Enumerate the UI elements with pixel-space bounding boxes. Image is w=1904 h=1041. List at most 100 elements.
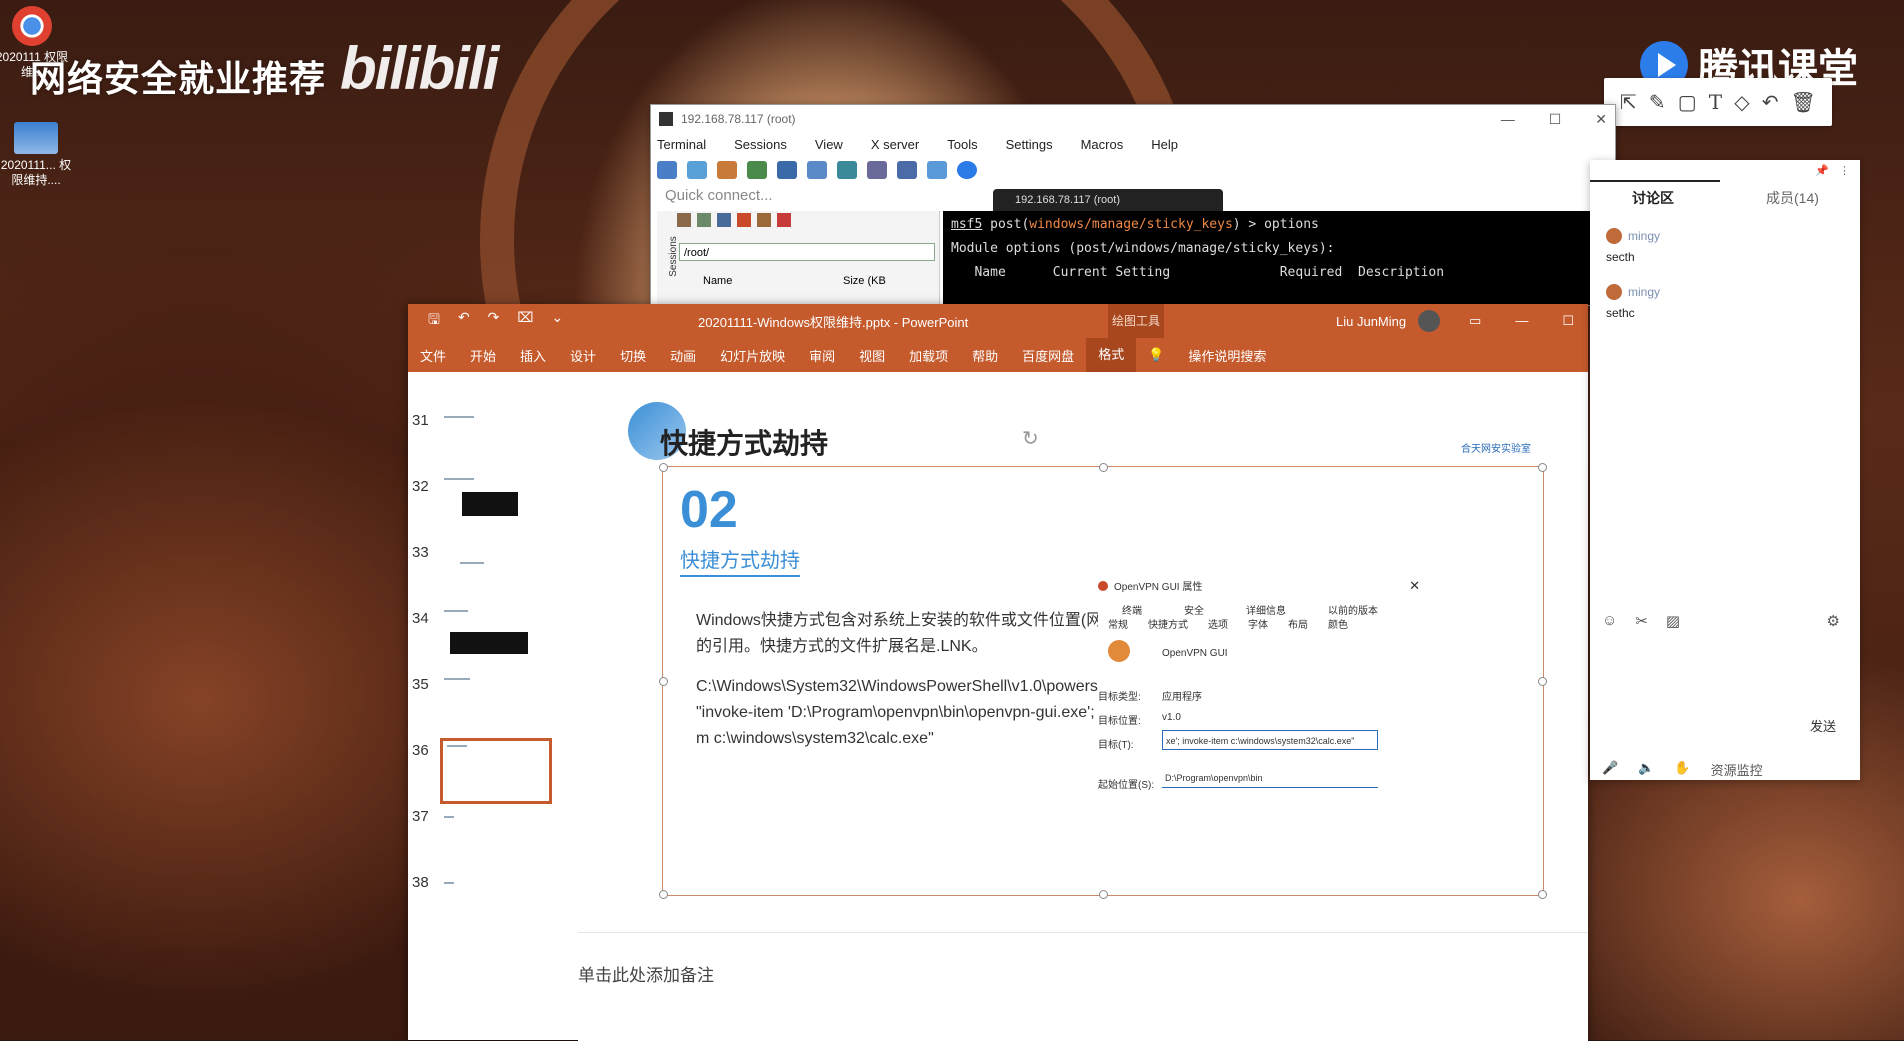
resize-handle[interactable] [1538, 890, 1547, 899]
slide-thumbnail[interactable] [440, 408, 550, 470]
help-icon[interactable] [957, 161, 977, 179]
slide-thumbnail[interactable] [440, 812, 550, 874]
pin-icon[interactable]: 📌 [1815, 164, 1829, 177]
slide-thumbnail[interactable] [440, 606, 550, 668]
slide-title[interactable]: 快捷方式劫持 [660, 422, 828, 462]
tell-me-search[interactable]: 操作说明搜索 [1176, 346, 1278, 365]
username[interactable]: mingy [1628, 229, 1660, 243]
tab-animations[interactable]: 动画 [658, 346, 708, 365]
sftp-tool-icon[interactable] [777, 213, 791, 227]
tab-format[interactable]: 格式 [1086, 338, 1137, 372]
ribbon-display-icon[interactable]: ▭ [1469, 313, 1481, 329]
resize-handle[interactable] [659, 890, 668, 899]
session-icon[interactable] [657, 161, 677, 179]
rectangle-icon[interactable]: ▢ [1678, 90, 1697, 115]
username[interactable]: mingy [1628, 285, 1660, 299]
tab-discussion[interactable]: 讨论区 [1632, 188, 1674, 208]
servers-icon[interactable] [687, 161, 707, 179]
undo-icon[interactable]: ↶ [1762, 90, 1779, 115]
minimize-icon[interactable]: — [1501, 111, 1515, 128]
redo-icon[interactable]: ↷ [488, 309, 500, 333]
resize-handle[interactable] [1099, 890, 1108, 899]
text-icon[interactable]: T [1709, 90, 1722, 114]
tools-icon[interactable] [717, 161, 737, 179]
maximize-icon[interactable]: ☐ [1562, 313, 1574, 329]
slide-thumbnail[interactable] [440, 672, 550, 734]
maximize-icon[interactable]: ☐ [1549, 111, 1562, 128]
slide-thumbnail[interactable] [440, 878, 550, 940]
sftp-tool-icon[interactable] [677, 213, 691, 227]
emoji-icon[interactable]: ☺ [1602, 612, 1617, 630]
multiexec-icon[interactable] [867, 161, 887, 179]
sftp-path-input[interactable]: /root/ [679, 243, 935, 261]
settings-icon[interactable]: ⚙ [1827, 612, 1840, 630]
resource-monitor-label[interactable]: 资源监控 [1711, 760, 1763, 779]
eraser-icon[interactable]: ◇ [1734, 90, 1749, 115]
send-button[interactable]: 发送 [1810, 716, 1836, 735]
tab-insert[interactable]: 插入 [508, 346, 558, 365]
minimize-icon[interactable]: — [1515, 313, 1528, 329]
menu-xserver[interactable]: X server [871, 137, 919, 152]
format-painter-icon[interactable]: ⌧ [517, 309, 533, 333]
games-icon[interactable] [747, 161, 767, 179]
tab-addins[interactable]: 加载项 [897, 346, 960, 365]
sftp-tool-icon[interactable] [757, 213, 771, 227]
terminal-tab[interactable]: 192.168.78.117 (root) [993, 189, 1223, 211]
view-icon[interactable] [807, 161, 827, 179]
menu-terminal[interactable]: Terminal [657, 137, 706, 152]
menu-macros[interactable]: Macros [1081, 137, 1124, 152]
quick-connect-input[interactable]: Quick connect... [665, 187, 773, 204]
desktop-icon-pptx[interactable]: 2020111... 权限维持.... [0, 122, 76, 188]
tab-view[interactable]: 视图 [847, 346, 897, 365]
pen-icon[interactable]: ✎ [1649, 90, 1666, 115]
tab-review[interactable]: 审阅 [797, 346, 847, 365]
slide-thumbnail[interactable] [440, 474, 550, 536]
file-header-size[interactable]: Size (KB [843, 275, 886, 287]
terminal-output[interactable]: msf5 post(windows/manage/sticky_keys) > … [943, 211, 1615, 305]
sftp-tool-icon[interactable] [697, 213, 711, 227]
tab-slideshow[interactable]: 幻灯片放映 [708, 346, 797, 365]
rotate-handle-icon[interactable]: ↻ [1022, 426, 1039, 451]
tunneling-icon[interactable] [897, 161, 917, 179]
scissors-icon[interactable]: ✂ [1635, 612, 1648, 630]
sessions-icon[interactable] [777, 161, 797, 179]
tab-baidu-netdisk[interactable]: 百度网盘 [1010, 346, 1086, 365]
file-header-name[interactable]: Name [703, 275, 732, 287]
tab-home[interactable]: 开始 [458, 346, 508, 365]
speaker-icon[interactable]: 🔈 [1638, 760, 1654, 779]
menu-tools[interactable]: Tools [947, 137, 977, 152]
slide-canvas[interactable]: 快捷方式劫持 ↻ 合天网安实验室 02 快捷方式劫持 Windows快捷方式包含… [578, 372, 1588, 932]
menu-view[interactable]: View [815, 137, 843, 152]
save-icon[interactable]: 🖫 [428, 309, 440, 333]
microphone-icon[interactable]: 🎤 [1602, 760, 1618, 779]
user-name[interactable]: Liu JunMing [1336, 314, 1406, 329]
slide-thumbnail[interactable] [440, 540, 550, 602]
slide-thumbnail-selected[interactable] [440, 738, 552, 804]
tab-design[interactable]: 设计 [558, 346, 608, 365]
undo-icon[interactable]: ↶ [458, 309, 470, 333]
menu-settings[interactable]: Settings [1006, 137, 1053, 152]
resize-handle[interactable] [1538, 463, 1547, 472]
resize-handle[interactable] [1538, 677, 1547, 686]
sftp-tool-icon[interactable] [737, 213, 751, 227]
sftp-tool-icon[interactable] [717, 213, 731, 227]
notes-pane[interactable]: 单击此处添加备注 [578, 932, 1588, 1041]
menu-sessions[interactable]: Sessions [734, 137, 787, 152]
resize-handle[interactable] [659, 463, 668, 472]
hand-icon[interactable]: ✋ [1674, 760, 1690, 779]
cursor-icon[interactable]: ⇱ [1620, 90, 1637, 115]
packages-icon[interactable] [927, 161, 947, 179]
menu-help[interactable]: Help [1151, 137, 1178, 152]
tab-help[interactable]: 帮助 [960, 346, 1010, 365]
more-icon[interactable]: ⋮ [1839, 164, 1850, 177]
customize-icon[interactable]: ⌄ [552, 309, 564, 333]
image-icon[interactable]: ▨ [1666, 612, 1680, 630]
split-icon[interactable] [837, 161, 857, 179]
close-icon[interactable]: ✕ [1595, 111, 1607, 128]
slide-thumbnail-pane[interactable]: 31 32 33 34 35 36 37 38 [408, 372, 579, 1040]
resize-handle[interactable] [1099, 463, 1108, 472]
avatar[interactable] [1418, 310, 1440, 332]
tab-transitions[interactable]: 切换 [608, 346, 658, 365]
trash-icon[interactable]: 🗑 [1791, 90, 1816, 115]
resize-handle[interactable] [659, 677, 668, 686]
